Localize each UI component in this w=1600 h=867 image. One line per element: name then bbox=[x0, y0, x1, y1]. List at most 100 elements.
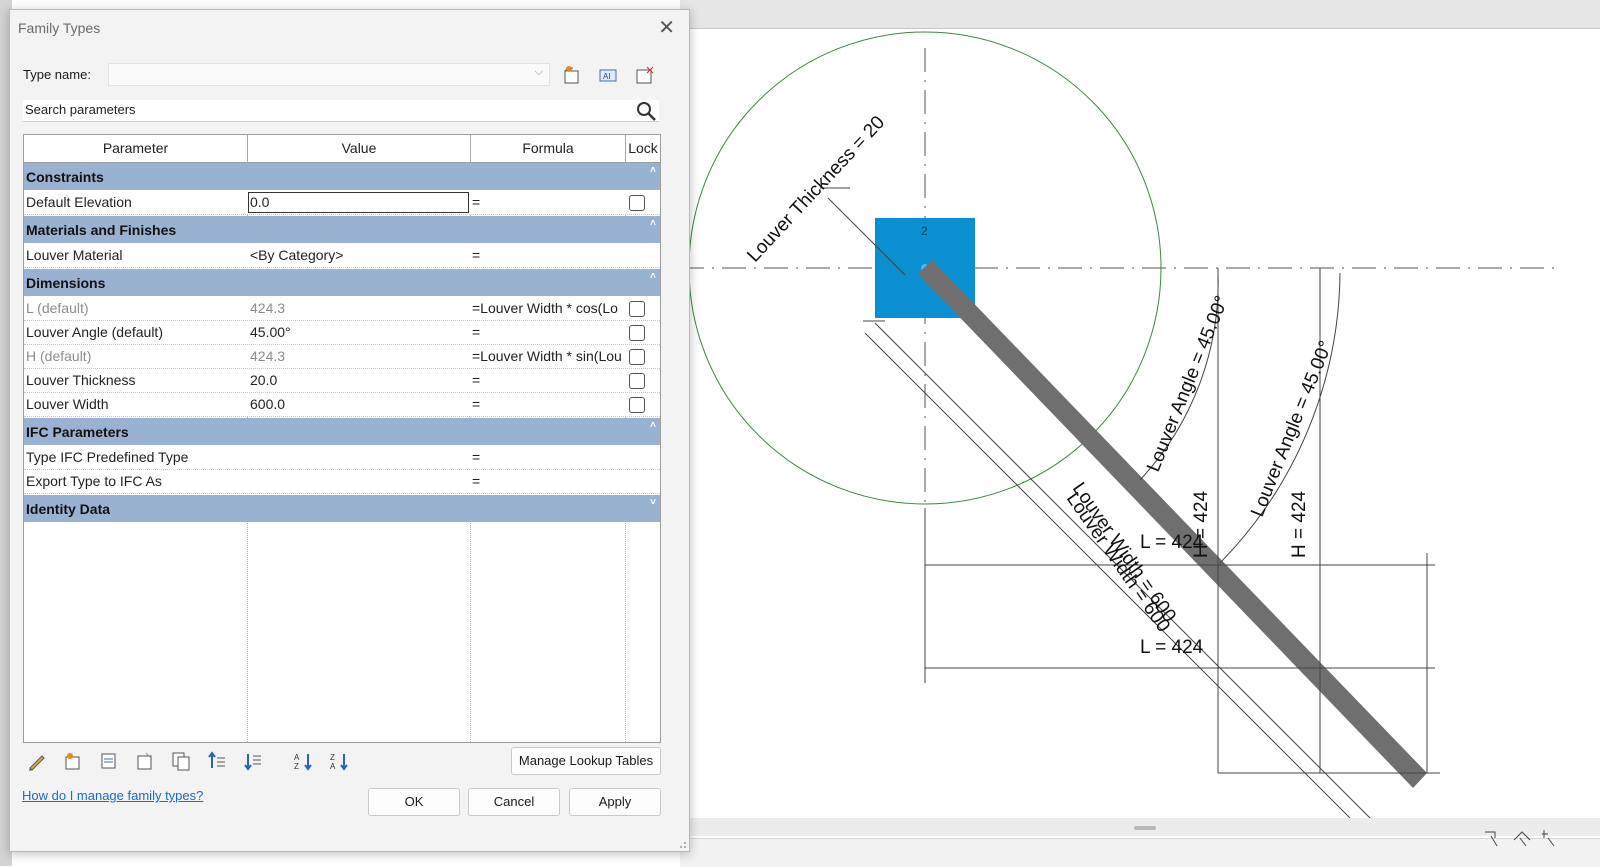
param-formula[interactable]: = bbox=[472, 191, 624, 214]
param-formula[interactable]: =Louver Width * cos(Lo bbox=[472, 297, 624, 320]
param-formula[interactable]: = bbox=[472, 369, 624, 392]
value-input-default-elevation[interactable]: 0.0 bbox=[248, 192, 469, 213]
select-links-icon[interactable] bbox=[1483, 828, 1503, 848]
family-types-dialog: Family Types ✕ Type name: ⌵ AI Search pa… bbox=[9, 9, 690, 852]
param-name: Export Type to IFC As bbox=[26, 473, 162, 489]
param-formula[interactable]: = bbox=[472, 393, 624, 416]
param-value[interactable] bbox=[250, 470, 468, 493]
delete-type-icon[interactable] bbox=[633, 64, 655, 86]
column-header-lock[interactable]: Lock bbox=[626, 135, 660, 163]
collapse-icon[interactable]: ˄ bbox=[650, 420, 656, 431]
group-dimensions[interactable]: Dimensions ˄ bbox=[24, 269, 660, 297]
collapse-icon[interactable]: ˄ bbox=[650, 271, 656, 282]
type-name-label: Type name: bbox=[23, 67, 91, 82]
param-row-louver-angle[interactable]: Louver Angle (default) 45.00° = bbox=[24, 321, 660, 345]
group-materials-finishes[interactable]: Materials and Finishes ˄ bbox=[24, 216, 660, 244]
svg-text:A: A bbox=[294, 753, 300, 762]
svg-text:Z: Z bbox=[330, 753, 335, 762]
column-header-value[interactable]: Value bbox=[248, 135, 471, 163]
param-value[interactable] bbox=[250, 446, 468, 469]
selection-marker-label: 2 bbox=[921, 224, 928, 238]
param-formula[interactable]: =Louver Width * sin(Lou bbox=[472, 345, 624, 368]
group-label: Materials and Finishes bbox=[26, 222, 177, 238]
lock-checkbox[interactable] bbox=[629, 195, 645, 211]
param-value[interactable]: 20.0 bbox=[250, 369, 468, 392]
select-pinned-icon[interactable] bbox=[1540, 828, 1560, 848]
edit-parameter-icon[interactable] bbox=[26, 750, 48, 772]
param-formula[interactable]: = bbox=[472, 244, 624, 267]
dialog-title: Family Types bbox=[18, 20, 101, 36]
param-name: Louver Thickness bbox=[26, 372, 136, 388]
lock-checkbox[interactable] bbox=[629, 397, 645, 413]
svg-text:A: A bbox=[330, 762, 336, 771]
help-link[interactable]: How do I manage family types? bbox=[22, 788, 203, 803]
lock-checkbox[interactable] bbox=[629, 349, 645, 365]
new-type-icon[interactable] bbox=[561, 64, 583, 86]
param-row-louver-material[interactable]: Louver Material <By Category> = bbox=[24, 244, 660, 268]
manage-lookup-tables-button[interactable]: Manage Lookup Tables bbox=[511, 747, 661, 775]
edit-parameter-properties-icon[interactable] bbox=[98, 750, 120, 772]
svg-text:Z: Z bbox=[294, 762, 299, 771]
param-name: Louver Width bbox=[26, 396, 109, 412]
param-value[interactable]: 424.3 bbox=[250, 345, 468, 368]
move-parameter-up-icon[interactable] bbox=[206, 750, 228, 772]
cancel-button[interactable]: Cancel bbox=[468, 788, 560, 816]
group-identity-data[interactable]: Identity Data ˅ bbox=[24, 495, 660, 523]
sort-ascending-icon[interactable]: AZ bbox=[292, 750, 314, 772]
chevron-down-icon: ⌵ bbox=[534, 66, 543, 78]
apply-button[interactable]: Apply bbox=[569, 788, 661, 816]
scrollbar-thumb[interactable] bbox=[1134, 826, 1156, 830]
expand-icon[interactable]: ˅ bbox=[650, 497, 656, 508]
ok-button[interactable]: OK bbox=[368, 788, 460, 816]
collapse-icon[interactable]: ˄ bbox=[650, 218, 656, 229]
group-ifc-parameters[interactable]: IFC Parameters ˄ bbox=[24, 418, 660, 446]
drawing-area-header bbox=[680, 0, 1600, 29]
search-icon[interactable] bbox=[635, 100, 657, 122]
param-value[interactable]: 600.0 bbox=[250, 393, 468, 416]
louver-angle-label-1: Louver Angle = 45.00° bbox=[1143, 293, 1233, 475]
lock-checkbox[interactable] bbox=[629, 301, 645, 317]
lock-checkbox[interactable] bbox=[629, 373, 645, 389]
group-constraints[interactable]: Constraints ˄ bbox=[24, 163, 660, 191]
param-row-h-default[interactable]: H (default) 424.3 =Louver Width * sin(Lo… bbox=[24, 345, 660, 369]
search-placeholder: Search parameters bbox=[25, 102, 136, 117]
param-row-type-ifc-predefined[interactable]: Type IFC Predefined Type = bbox=[24, 446, 660, 470]
drawing-canvas[interactable]: 2 Louver Thickness = 20 Louver Angle = 4… bbox=[680, 28, 1600, 818]
param-row-louver-thickness[interactable]: Louver Thickness 20.0 = bbox=[24, 369, 660, 393]
type-name-combobox[interactable]: ⌵ bbox=[108, 63, 550, 86]
louver-thickness-label: Louver Thickness = 20 bbox=[743, 112, 889, 266]
param-row-l-default[interactable]: L (default) 424.3 =Louver Width * cos(Lo bbox=[24, 297, 660, 321]
column-header-formula[interactable]: Formula bbox=[471, 135, 626, 163]
close-icon[interactable]: ✕ bbox=[658, 18, 675, 38]
param-formula[interactable]: = bbox=[472, 321, 624, 344]
collapse-icon[interactable]: ˄ bbox=[650, 165, 656, 176]
param-row-export-ifc-as[interactable]: Export Type to IFC As = bbox=[24, 470, 660, 494]
column-header-parameter[interactable]: Parameter bbox=[24, 135, 248, 163]
louver-bar[interactable] bbox=[918, 260, 1427, 788]
param-formula[interactable]: = bbox=[472, 446, 624, 469]
lock-checkbox[interactable] bbox=[629, 325, 645, 341]
param-value: 0.0 bbox=[250, 194, 270, 210]
param-name: Type IFC Predefined Type bbox=[26, 449, 189, 465]
svg-text:AI: AI bbox=[603, 72, 611, 81]
param-name: L (default) bbox=[26, 300, 89, 316]
resize-grip-icon[interactable] bbox=[677, 839, 687, 849]
move-parameter-down-icon[interactable] bbox=[242, 750, 264, 772]
delete-parameter-icon[interactable] bbox=[134, 750, 156, 772]
sort-descending-icon[interactable]: ZA bbox=[328, 750, 350, 772]
param-row-louver-width[interactable]: Louver Width 600.0 = bbox=[24, 393, 660, 417]
group-label: Dimensions bbox=[26, 275, 106, 291]
param-row-default-elevation[interactable]: Default Elevation 0.0 = bbox=[24, 191, 660, 215]
select-underlay-icon[interactable] bbox=[1512, 828, 1532, 848]
new-parameter-icon[interactable] bbox=[62, 750, 84, 772]
group-label: Constraints bbox=[26, 169, 104, 185]
param-value[interactable]: <By Category> bbox=[250, 244, 468, 267]
rename-type-icon[interactable]: AI bbox=[597, 64, 619, 86]
louver-width-dim-line-2 bbox=[864, 332, 1351, 818]
l-dim-label-lower: L = 424 bbox=[1140, 637, 1204, 658]
search-parameters-input[interactable]: Search parameters bbox=[23, 100, 659, 122]
param-value[interactable]: 45.00° bbox=[250, 321, 468, 344]
param-value[interactable]: 424.3 bbox=[250, 297, 468, 320]
copy-parameter-icon[interactable] bbox=[170, 750, 192, 772]
param-formula[interactable]: = bbox=[472, 470, 624, 493]
